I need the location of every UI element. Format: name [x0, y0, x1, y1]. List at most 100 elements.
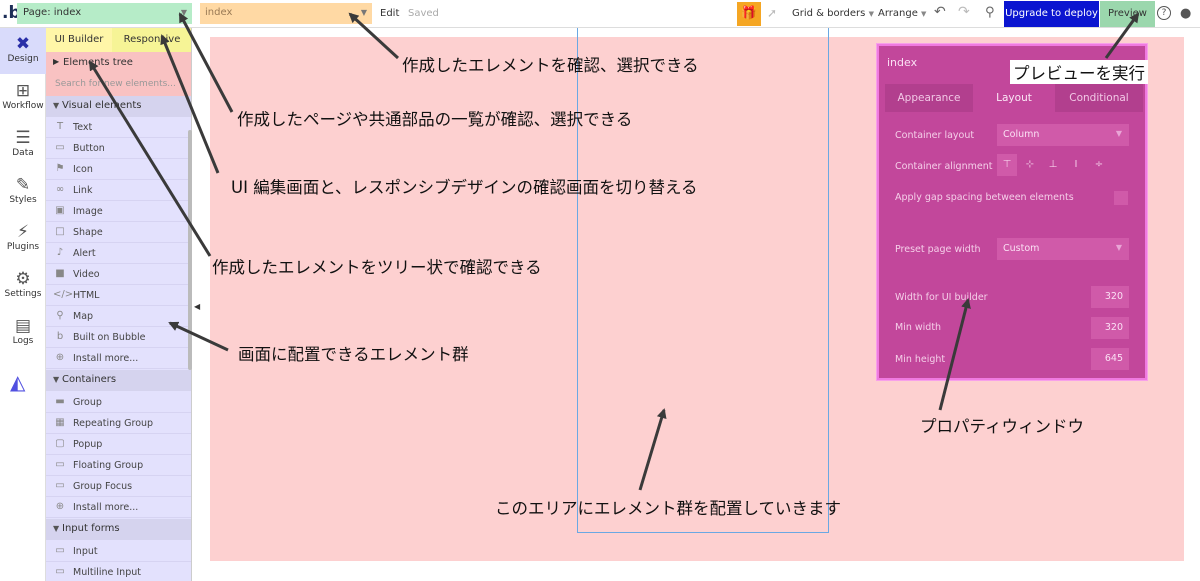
nav-design[interactable]: ✖ Design	[0, 28, 46, 74]
input-icon: ▭	[55, 545, 65, 556]
help-icon[interactable]: ?	[1157, 6, 1171, 20]
element-text[interactable]: T Text	[46, 117, 191, 138]
element-popup[interactable]: ▢ Popup	[46, 434, 191, 455]
nav-logs[interactable]: ▤ Logs	[0, 310, 46, 356]
nav-styles[interactable]: ✎ Styles	[0, 169, 46, 215]
nav-styles-label: Styles	[9, 195, 37, 205]
nav-plugins[interactable]: ⚡ Plugins	[0, 216, 46, 262]
element-link[interactable]: ∞ Link	[46, 180, 191, 201]
plus-circle-icon: ⊕	[55, 352, 65, 363]
elements-tree-label: Elements tree	[63, 57, 133, 68]
data-icon: ☰	[15, 128, 31, 148]
annotation-property-window: プロパティウィンドウ	[920, 417, 1085, 436]
min-width-input[interactable]: 320	[1091, 317, 1129, 339]
image-icon: ▣	[55, 205, 65, 216]
tab-layout[interactable]: Layout	[973, 84, 1055, 112]
edit-menu[interactable]: Edit	[380, 8, 399, 19]
container-alignment-label: Container alignment	[895, 161, 993, 172]
preset-width-dropdown[interactable]: Custom ▼	[997, 238, 1129, 260]
property-tabs: Appearance Layout Conditional	[885, 84, 1143, 112]
align-distribute-icon[interactable]: ÷	[1089, 154, 1109, 176]
gift-icon[interactable]: 🎁	[737, 2, 761, 26]
settings-icon: ⚙	[15, 269, 31, 289]
align-top-icon[interactable]: ⊤	[997, 154, 1017, 176]
element-built-on-bubble[interactable]: b Built on Bubble	[46, 327, 191, 348]
annotation-preview: プレビューを実行	[1010, 60, 1148, 84]
element-repeating-group[interactable]: ▦ Repeating Group	[46, 413, 191, 434]
search-icon[interactable]: ⚲	[985, 5, 995, 20]
annotation-element-select: 作成したエレメントを確認、選択できる	[402, 56, 699, 75]
plugins-icon: ⚡	[17, 222, 29, 242]
page-frame[interactable]	[577, 28, 829, 533]
element-label: Floating Group	[73, 460, 144, 471]
element-button[interactable]: ▭ Button	[46, 138, 191, 159]
user-icon[interactable]: ●	[1180, 6, 1191, 21]
upgrade-to-deploy-button[interactable]: Upgrade to deploy	[1004, 1, 1099, 27]
nav-data[interactable]: ☰ Data	[0, 122, 46, 168]
width-ui-builder-input[interactable]: 320	[1091, 286, 1129, 308]
arrange-menu[interactable]: Arrange ▼	[878, 8, 926, 19]
element-multiline-input[interactable]: ▭ Multiline Input	[46, 562, 191, 581]
elements-panel: UI Builder Responsive ▶ Elements tree Se…	[46, 28, 192, 581]
element-input[interactable]: ▭ Input	[46, 541, 191, 562]
tab-ui-builder[interactable]: UI Builder	[46, 28, 112, 52]
width-ui-builder-label: Width for UI builder	[895, 292, 988, 303]
tab-responsive[interactable]: Responsive	[112, 28, 191, 52]
element-label: Icon	[73, 164, 93, 175]
element-shape[interactable]: □ Shape	[46, 222, 191, 243]
visual-elements-header[interactable]: ▼ Visual elements	[46, 96, 191, 117]
element-selector-dropdown[interactable]: index ▼	[200, 3, 372, 24]
preview-button[interactable]: Preview	[1100, 1, 1155, 27]
min-height-input[interactable]: 645	[1091, 348, 1129, 370]
grid-borders-menu[interactable]: Grid & borders ▼	[792, 8, 874, 19]
element-label: Video	[73, 269, 100, 280]
element-label: Group Focus	[73, 481, 133, 492]
undo-icon[interactable]: ↶	[934, 4, 946, 20]
button-icon: ▭	[55, 142, 65, 153]
elements-tree-toggle[interactable]: ▶ Elements tree	[46, 52, 191, 74]
element-label: Popup	[73, 439, 103, 450]
floating-group-icon: ▭	[55, 459, 65, 470]
nav-settings[interactable]: ⚙ Settings	[0, 263, 46, 309]
element-group-focus[interactable]: ▭ Group Focus	[46, 476, 191, 497]
align-center-icon[interactable]: ⊹	[1020, 154, 1040, 176]
gap-spacing-label: Apply gap spacing between elements	[895, 192, 1074, 203]
container-layout-dropdown[interactable]: Column ▼	[997, 124, 1129, 146]
cursor-icon[interactable]: ➚	[767, 6, 777, 20]
code-icon: </>	[53, 289, 74, 300]
nav-workflow[interactable]: ⊞ Workflow	[0, 75, 46, 121]
tab-appearance[interactable]: Appearance	[885, 84, 973, 112]
nav-logs-label: Logs	[12, 336, 34, 346]
redo-icon[interactable]: ↷	[958, 4, 970, 20]
annotation-page-list: 作成したページや共通部品の一覧が確認、選択できる	[237, 110, 633, 129]
container-layout-label: Container layout	[895, 130, 975, 141]
element-group[interactable]: ▬ Group	[46, 392, 191, 413]
element-install-more[interactable]: ⊕ Install more...	[46, 348, 191, 369]
search-elements-input[interactable]: Search for new elements...	[46, 74, 191, 96]
page-selector-label: Page: index	[23, 7, 82, 18]
tab-conditional[interactable]: Conditional	[1055, 84, 1143, 112]
element-label: Repeating Group	[73, 418, 154, 429]
element-label: Shape	[73, 227, 103, 238]
input-forms-header[interactable]: ▼ Input forms	[46, 519, 191, 540]
element-alert[interactable]: ♪ Alert	[46, 243, 191, 264]
element-html[interactable]: </> HTML	[46, 285, 191, 306]
shape-icon: □	[55, 226, 65, 237]
element-video[interactable]: ■ Video	[46, 264, 191, 285]
align-bottom-icon[interactable]: ⊥	[1043, 154, 1063, 176]
align-stretch-icon[interactable]: I	[1066, 154, 1086, 176]
element-floating-group[interactable]: ▭ Floating Group	[46, 455, 191, 476]
page-selector-dropdown[interactable]: Page: index ▼	[17, 3, 192, 24]
group-focus-icon: ▭	[55, 480, 65, 491]
bubble-mark-icon[interactable]: ◭	[10, 370, 25, 394]
element-map[interactable]: ⚲ Map	[46, 306, 191, 327]
chevron-down-icon: ▼	[1115, 243, 1122, 252]
element-icon[interactable]: ⚑ Icon	[46, 159, 191, 180]
panel-scrollbar[interactable]	[188, 130, 192, 370]
collapse-panel-icon[interactable]: ◀	[194, 302, 200, 311]
element-image[interactable]: ▣ Image	[46, 201, 191, 222]
gap-spacing-checkbox[interactable]	[1114, 191, 1128, 205]
containers-header[interactable]: ▼ Containers	[46, 370, 191, 391]
element-install-more[interactable]: ⊕ Install more...	[46, 497, 191, 518]
property-window[interactable]: index Appearance Layout Conditional Cont…	[877, 44, 1147, 380]
